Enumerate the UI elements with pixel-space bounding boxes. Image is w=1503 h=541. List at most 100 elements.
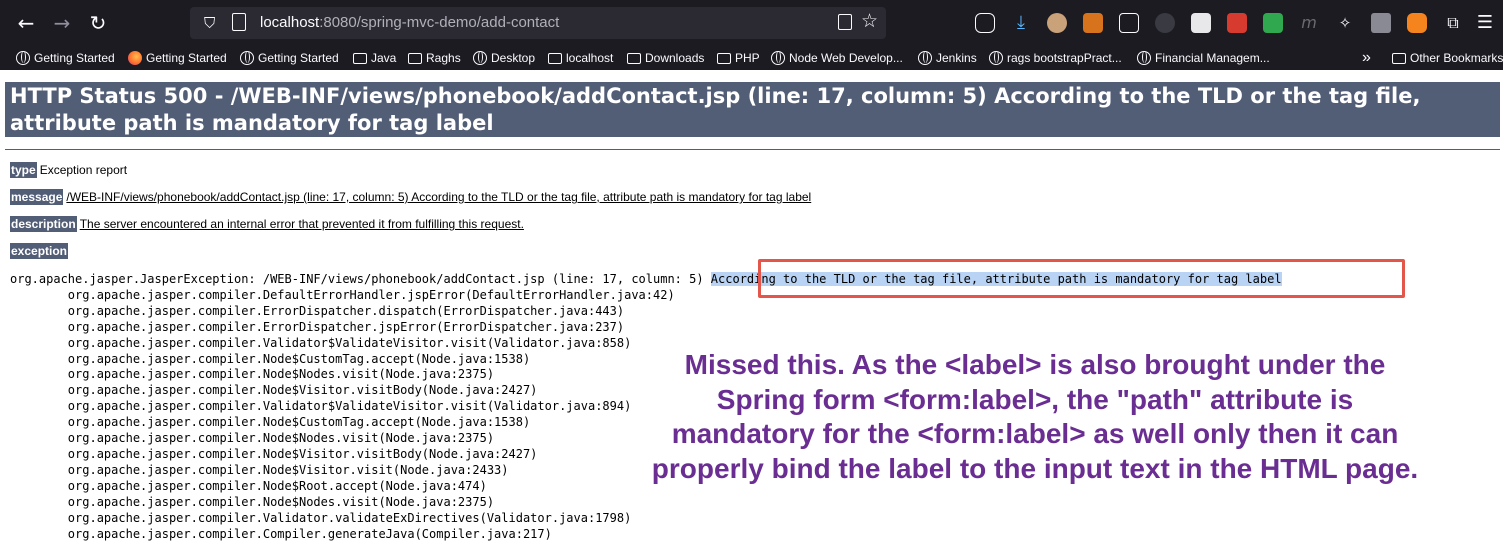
bookmark-label: Node Web Develop... <box>789 51 903 65</box>
stack-trace-line: org.apache.jasper.compiler.Node$Visitor.… <box>67 446 538 461</box>
metamask-icon[interactable] <box>1407 13 1427 33</box>
bookmark-item[interactable]: Getting Started <box>16 50 115 66</box>
bookmark-label: Jenkins <box>936 51 977 65</box>
bookmark-star-icon[interactable]: ☆ <box>861 10 878 32</box>
firefox-icon <box>128 51 142 65</box>
bookmark-label: Financial Managem... <box>1155 51 1270 65</box>
stack-trace-line: org.apache.jasper.compiler.Node$CustomTa… <box>67 351 531 366</box>
extension-tool-icon[interactable] <box>1371 13 1391 33</box>
stack-trace-line: org.apache.jasper.compiler.Node$CustomTa… <box>67 415 531 430</box>
bookmark-item[interactable]: Getting Started <box>128 50 227 66</box>
browser-toolbar: ← → ↻ ⛉ localhost:8080/spring-mvc-demo/a… <box>0 0 1503 46</box>
annotation-note: Missed this. As the <label> is also brou… <box>625 348 1445 486</box>
exception-first-line: org.apache.jasper.JasperException: /WEB-… <box>10 272 711 286</box>
pocket-icon[interactable] <box>975 13 995 33</box>
globe-icon <box>473 51 487 65</box>
stack-trace-line: org.apache.jasper.compiler.Node$Nodes.vi… <box>67 494 495 509</box>
bookmark-item[interactable]: Raghs <box>408 50 461 66</box>
stack-trace-line: org.apache.jasper.compiler.Validator$Val… <box>67 335 632 350</box>
url-host: localhost <box>260 14 320 31</box>
bookmark-item[interactable]: PHP <box>717 50 760 66</box>
bookmark-label: Java <box>371 51 397 65</box>
folder-icon <box>627 52 641 64</box>
extension-green-icon[interactable] <box>1263 13 1283 33</box>
bookmark-label: Desktop <box>491 51 536 65</box>
extension-m-icon[interactable]: m <box>1299 13 1319 33</box>
bookmark-label: Getting Started <box>34 51 115 65</box>
globe-icon <box>240 51 254 65</box>
divider <box>5 149 1500 150</box>
back-icon[interactable]: ← <box>14 11 38 35</box>
other-bookmarks[interactable]: Other Bookmarks <box>1392 50 1503 66</box>
globe-icon <box>771 51 785 65</box>
bookmark-item[interactable]: Getting Started <box>240 50 339 66</box>
bookmark-label: Raghs <box>426 51 461 65</box>
extension-puzzle-icon[interactable] <box>1155 13 1175 33</box>
bookmark-item[interactable]: Jenkins <box>918 50 977 66</box>
message-value: /WEB-INF/views/phonebook/addContact.jsp … <box>66 190 812 204</box>
bookmark-item[interactable]: Financial Managem... <box>1137 50 1270 66</box>
reload-icon[interactable]: ↻ <box>86 11 110 35</box>
annotation-highlight-box <box>758 259 1405 298</box>
annotation-line: mandatory for the <form:label> as well o… <box>670 417 1400 451</box>
extension-book-icon[interactable] <box>1191 13 1211 33</box>
folder-icon <box>1392 52 1406 64</box>
extension-clipboard-icon[interactable] <box>1119 13 1139 33</box>
folder-icon <box>408 52 422 64</box>
folder-icon <box>353 52 367 64</box>
globe-icon <box>1137 51 1151 65</box>
bookmark-label: Downloads <box>645 51 705 65</box>
bookmark-label: rags bootstrapPract... <box>1007 51 1122 65</box>
extension-red-icon[interactable] <box>1227 13 1247 33</box>
stack-trace-line: org.apache.jasper.compiler.Validator.val… <box>67 510 632 525</box>
app-menu-icon[interactable]: ☰ <box>1475 13 1495 33</box>
stack-trace-line: org.apache.jasper.compiler.Node$Nodes.vi… <box>67 367 495 382</box>
downloads-icon[interactable]: ⤓ <box>1011 13 1031 33</box>
stack-trace-line: org.apache.jasper.compiler.Compiler.gene… <box>10 526 552 541</box>
bookmark-item[interactable]: Downloads <box>627 50 704 66</box>
extension-gear-icon[interactable] <box>1083 13 1103 33</box>
description-value: The server encountered an internal error… <box>79 217 524 231</box>
stack-trace-line: org.apache.jasper.compiler.Node$Visitor.… <box>67 383 538 398</box>
error-title: HTTP Status 500 - /WEB-INF/views/phonebo… <box>5 82 1500 137</box>
bookmark-item[interactable]: rags bootstrapPract... <box>989 50 1122 66</box>
annotation-line: Spring form <form:label>, the "path" att… <box>715 382 1354 416</box>
page-info-icon[interactable] <box>232 13 246 31</box>
bookmark-label: localhost <box>566 51 614 65</box>
extensions-menu-icon[interactable]: ⧉ <box>1443 13 1463 33</box>
page-content: HTTP Status 500 - /WEB-INF/views/phonebo… <box>0 70 1503 541</box>
bookmarks-bar: Getting Started Getting Started Getting … <box>0 46 1503 70</box>
globe-icon <box>16 51 30 65</box>
tracking-shield-icon[interactable]: ⛉ <box>204 14 215 32</box>
type-label: type <box>10 162 37 178</box>
bookmark-label: PHP <box>735 51 760 65</box>
bookmark-label: Getting Started <box>146 51 227 65</box>
type-value: Exception report <box>39 163 128 177</box>
globe-icon <box>918 51 932 65</box>
annotation-line: properly bind the label to the input tex… <box>650 451 1419 485</box>
forward-icon[interactable]: → <box>50 11 74 35</box>
annotation-line: Missed this. As the <label> is also brou… <box>683 348 1387 382</box>
bookmark-label: Other Bookmarks <box>1410 51 1503 65</box>
message-label: message <box>10 189 64 205</box>
bookmarks-overflow-icon[interactable]: » <box>1362 49 1371 66</box>
bookmark-item[interactable]: Desktop <box>473 50 535 66</box>
bookmark-item[interactable]: Node Web Develop... <box>771 50 903 66</box>
extension-broom-icon[interactable]: ✧ <box>1335 13 1355 33</box>
bookmark-label: Getting Started <box>258 51 339 65</box>
stack-trace-lines: org.apache.jasper.compiler.DefaultErrorH… <box>10 288 675 541</box>
stack-trace-line: org.apache.jasper.compiler.ErrorDispatch… <box>67 319 625 334</box>
bookmark-item[interactable]: localhost <box>548 50 613 66</box>
stack-trace-line: org.apache.jasper.compiler.Validator$Val… <box>67 399 632 414</box>
extension-avatar-icon[interactable] <box>1047 13 1067 33</box>
reader-view-icon[interactable] <box>838 14 852 30</box>
folder-icon <box>548 52 562 64</box>
folder-icon <box>717 52 731 64</box>
url-bar[interactable]: ⛉ localhost:8080/spring-mvc-demo/add-con… <box>190 7 886 39</box>
exception-row: exception <box>10 243 71 259</box>
bookmark-item[interactable]: Java <box>353 50 396 66</box>
type-row: type Exception report <box>10 162 128 178</box>
stack-trace-line: org.apache.jasper.compiler.Node$Visitor.… <box>67 462 509 477</box>
globe-icon <box>989 51 1003 65</box>
url-text[interactable]: localhost:8080/spring-mvc-demo/add-conta… <box>260 14 559 31</box>
